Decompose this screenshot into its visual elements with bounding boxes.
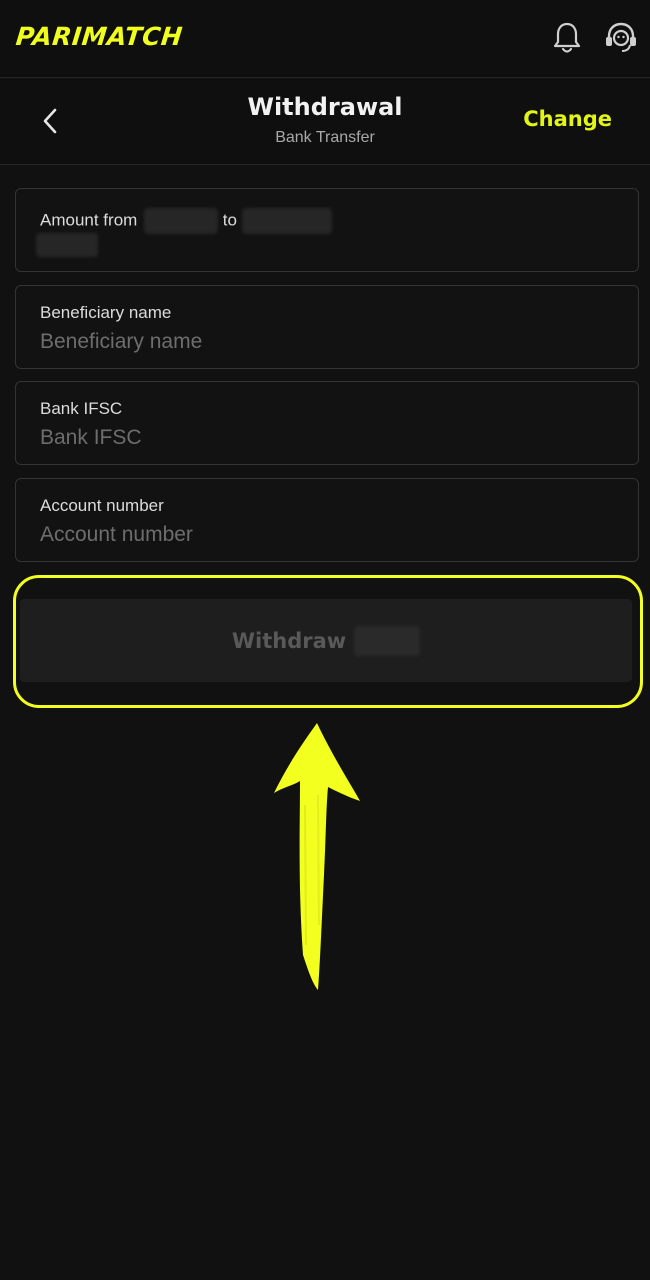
bell-icon[interactable] [549, 18, 585, 58]
account-number-input[interactable] [40, 521, 610, 549]
support-headset-icon[interactable] [603, 18, 639, 58]
bank-ifsc-label: Bank IFSC [40, 399, 123, 418]
redacted-min-amount [144, 208, 219, 234]
page-subtitle: Bank Transfer [275, 129, 375, 146]
beneficiary-name-label: Beneficiary name [40, 303, 172, 322]
withdraw-button-label: Withdraw [231, 628, 347, 653]
amount-label: Amount from to [40, 208, 332, 234]
beneficiary-name-field[interactable]: Beneficiary name [15, 285, 639, 369]
account-number-label: Account number [40, 496, 164, 515]
top-bar: PARIMATCH [0, 0, 650, 78]
redacted-withdraw-amount [354, 625, 421, 656]
withdraw-button[interactable]: Withdraw [20, 599, 632, 682]
parimatch-logo[interactable]: PARIMATCH [14, 22, 184, 51]
page-header: Withdrawal Bank Transfer Change [0, 79, 650, 165]
bank-ifsc-field[interactable]: Bank IFSC [15, 381, 639, 465]
arrow-up-icon [274, 723, 360, 990]
beneficiary-name-input[interactable] [40, 328, 610, 356]
change-method-button[interactable]: Change [523, 107, 612, 131]
account-number-field[interactable]: Account number [15, 478, 639, 562]
redacted-max-amount [241, 208, 332, 234]
redacted-currency [36, 233, 98, 257]
bank-ifsc-input[interactable] [40, 424, 610, 452]
amount-field[interactable]: Amount from to [15, 188, 639, 272]
